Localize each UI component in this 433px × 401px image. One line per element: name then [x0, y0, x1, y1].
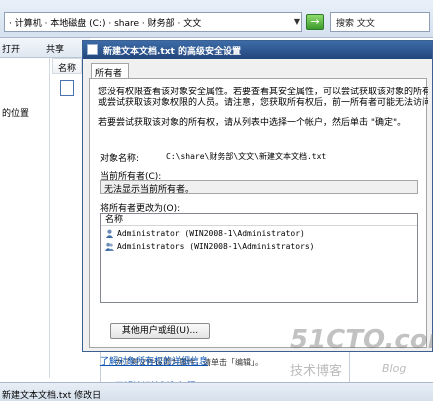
- address-bar-area: · 计算机 · 本地磁盘 (C:) · share · 财务部 · 文文 ▼ →…: [0, 0, 433, 38]
- object-name-label: 对象名称:: [100, 154, 140, 164]
- account-administrator: Administrator (WIN2008-1\Administrator): [117, 229, 305, 238]
- breadcrumb[interactable]: · 计算机 · 本地磁盘 (C:) · share · 财务部 · 文文: [4, 12, 302, 32]
- watermark-tagline: 技术博客: [290, 364, 343, 379]
- object-name-value: C:\share\财务部\文文\新建文本文档.txt: [166, 152, 327, 161]
- refresh-icon: →: [310, 15, 320, 28]
- watermark-logo: 51CTO.com: [290, 325, 433, 355]
- column-header-name[interactable]: 名称: [52, 58, 82, 74]
- file-icon[interactable]: [60, 80, 74, 96]
- list-item[interactable]: Administrators (WIN2008-1\Administrators…: [105, 241, 314, 253]
- nav-item-locations[interactable]: 的位置: [2, 106, 29, 119]
- list-column-name[interactable]: 名称: [101, 214, 417, 226]
- refresh-button[interactable]: →: [306, 14, 324, 30]
- dialog-titlebar[interactable]: 新建文本文档.txt 的高级安全设置: [83, 41, 432, 59]
- open-button[interactable]: 打开: [2, 42, 20, 55]
- group-icon: [105, 242, 114, 251]
- owner-tab-panel: 您没有权限查看该对象安全属性。若要查看其安全属性，可以尝试获取该对象的所有权， …: [89, 78, 428, 367]
- list-item[interactable]: Administrator (WIN2008-1\Administrator): [105, 228, 305, 240]
- dialog-title: 新建文本文档.txt 的高级安全设置: [103, 47, 241, 57]
- explorer-toolbar: 打开 共享: [0, 38, 90, 58]
- advanced-security-dialog: 新建文本文档.txt 的高级安全设置 所有者 您没有权限查看该对象安全属性。若要…: [82, 40, 433, 367]
- watermark-blog: Blog: [382, 362, 407, 375]
- chevron-down-icon[interactable]: ▼: [291, 12, 303, 32]
- instruction-text: 若要尝试获取该对象的所有权，请从列表中选择一个帐户，然后单击 "确定"。: [98, 118, 407, 128]
- status-text: 新建文本文档.txt 修改日: [2, 391, 102, 401]
- share-button[interactable]: 共享: [46, 42, 64, 55]
- document-icon: [87, 44, 98, 55]
- account-administrators: Administrators (WIN2008-1\Administrators…: [117, 242, 315, 251]
- search-input[interactable]: 搜索 文文: [330, 12, 430, 32]
- intro-line-2: 或尝试获取该对象权限的人员。请注意，您获取所有权后，前一所有者可能无法访问该对象…: [98, 98, 428, 108]
- other-users-button[interactable]: 其他用户或组(U)...: [110, 323, 210, 339]
- intro-line-1: 您没有权限查看该对象安全属性。若要查看其安全属性，可以尝试获取该对象的所有权，: [98, 87, 428, 97]
- intro-text: 您没有权限查看该对象安全属性。若要查看其安全属性，可以尝试获取该对象的所有权， …: [98, 87, 428, 109]
- navigation-pane: 的位置: [0, 58, 50, 378]
- current-owner-field[interactable]: 无法显示当前所有者。: [100, 180, 418, 195]
- user-icon: [105, 229, 114, 238]
- ownership-details-link[interactable]: 了解对象所有权的详细信息: [100, 354, 208, 367]
- owner-account-list[interactable]: 名称 Administrator (WIN2008-1\Administrato…: [100, 213, 418, 303]
- status-bar: 新建文本文档.txt 修改日: [0, 382, 433, 401]
- tab-owner[interactable]: 所有者: [91, 63, 129, 79]
